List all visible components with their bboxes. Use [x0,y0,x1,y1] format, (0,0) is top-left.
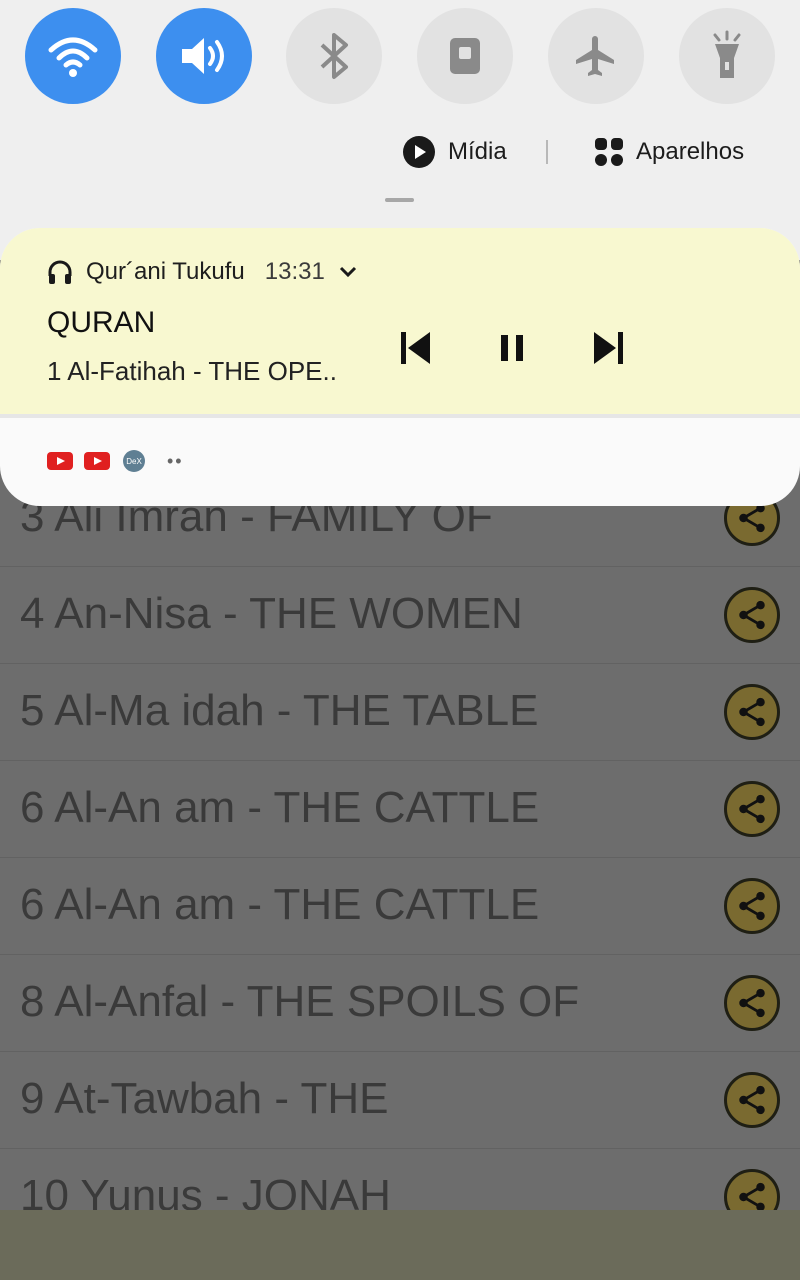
lock-icon [450,38,480,74]
list-item-title: 10 Yunus - JONAH [20,1171,391,1210]
list-item-title: 4 An-Nisa - THE WOMEN [20,589,523,638]
share-icon [739,1085,765,1115]
devices-button[interactable]: Aparelhos [594,132,744,172]
list-item[interactable]: 4 An-Nisa - THE WOMEN [0,567,800,664]
chevron-down-icon[interactable] [339,266,357,278]
notification-header: Qur´ani Tukufu 13:31 [46,258,357,286]
notification-time: 13:31 [264,258,325,285]
divider [0,414,800,418]
bluetooth-toggle[interactable] [286,8,382,104]
list-item[interactable]: 10 Yunus - JONAH [0,1149,800,1210]
list-item-title: 6 Al-An am - THE CATTLE [20,783,540,832]
share-icon [739,988,765,1018]
flashlight-toggle[interactable] [679,8,775,104]
devices-label: Aparelhos [636,138,745,165]
list-item[interactable]: 5 Al-Ma idah - THE TABLE [0,664,800,761]
devices-grid-icon [595,138,623,166]
share-button[interactable] [724,587,780,643]
wifi-toggle[interactable] [25,8,121,104]
dex-icon: DeX [123,450,145,472]
pause-button[interactable] [492,328,532,368]
share-icon [739,600,765,630]
share-button[interactable] [724,975,780,1031]
share-button[interactable] [724,878,780,934]
pause-icon [501,335,523,361]
next-button[interactable] [589,328,629,368]
quick-settings-panel: Mídia Aparelhos [0,0,800,260]
list-item-title: 9 At-Tawbah - THE [20,1074,389,1123]
list-item-title: 5 Al-Ma idah - THE TABLE [20,686,539,735]
share-icon [739,697,765,727]
list-item[interactable]: 6 Al-An am - THE CATTLE [0,761,800,858]
share-icon [739,1182,765,1210]
wifi-icon [48,37,98,77]
airplane-icon [576,36,614,76]
media-player: Qur´ani Tukufu 13:31 QURAN 1 Al-Fatihah … [0,228,800,414]
play-circle-icon [403,136,435,168]
share-icon [739,891,765,921]
bottom-bar [0,1210,800,1280]
divider [546,140,548,164]
list-item[interactable]: 9 At-Tawbah - THE [0,1052,800,1149]
youtube-icon [47,452,73,470]
flashlight-icon [713,30,741,78]
share-button[interactable] [724,1169,780,1210]
volume-icon [182,38,224,74]
track-title: QURAN [47,306,156,339]
rotation-lock-toggle[interactable] [417,8,513,104]
surah-list: 3 Ali Imran - FAMILY OF 4 An-Nisa - THE … [0,470,800,1210]
drag-handle[interactable] [385,198,414,202]
share-icon [739,794,765,824]
other-notifications[interactable]: DeX •• [47,450,184,472]
list-item[interactable]: 8 Al-Anfal - THE SPOILS OF [0,955,800,1052]
list-item-title: 6 Al-An am - THE CATTLE [20,880,540,929]
media-button[interactable]: Mídia [402,132,507,172]
skip-previous-icon [401,332,430,364]
share-button[interactable] [724,781,780,837]
share-button[interactable] [724,1072,780,1128]
track-subtitle: 1 Al-Fatihah - THE OPE.. [47,356,337,386]
youtube-icon [84,452,110,470]
bluetooth-icon [320,33,348,79]
share-button[interactable] [724,684,780,740]
headphones-icon [48,260,72,284]
list-item-title: 8 Al-Anfal - THE SPOILS OF [20,977,580,1026]
list-item[interactable]: 6 Al-An am - THE CATTLE [0,858,800,955]
media-notification[interactable]: Qur´ani Tukufu 13:31 QURAN 1 Al-Fatihah … [0,228,800,506]
app-name: Qur´ani Tukufu [86,258,245,285]
media-label: Mídia [448,138,507,165]
skip-next-icon [594,332,623,364]
airplane-mode-toggle[interactable] [548,8,644,104]
previous-button[interactable] [395,328,435,368]
more-dots-icon: •• [167,450,184,471]
sound-toggle[interactable] [156,8,252,104]
share-icon [739,503,765,533]
